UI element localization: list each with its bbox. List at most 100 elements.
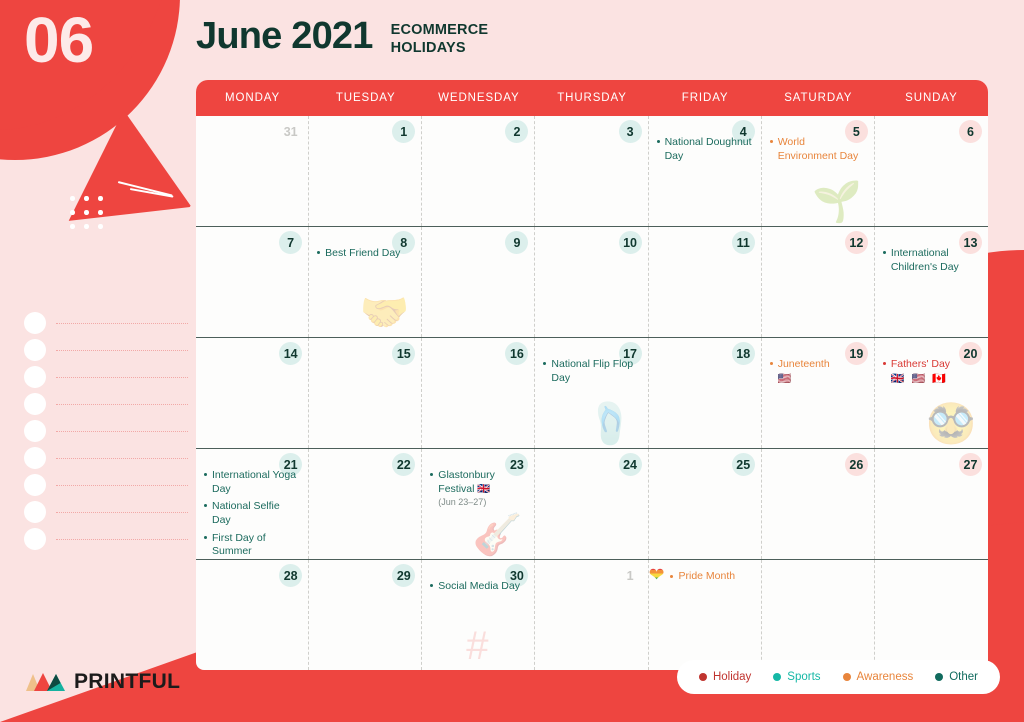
event-item[interactable]: International Children's Day — [882, 247, 980, 274]
notepad-dotted-line — [56, 458, 188, 460]
day-watermark-icon: 🎸 — [472, 513, 523, 557]
weekday-header-friday: FRIDAY — [681, 92, 729, 104]
calendar-day-cell[interactable]: 3 — [535, 116, 649, 226]
calendar-day-cell[interactable]: 30 Social Media Day # — [422, 560, 536, 670]
event-item[interactable]: International Yoga Day — [204, 469, 300, 496]
notepad-dotted-line — [56, 377, 188, 379]
event-label: Best Friend Day — [325, 247, 401, 259]
notepad-hole-row — [24, 366, 189, 388]
calendar-day-cell[interactable]: 5 World Environment Day 🌱 — [762, 116, 875, 226]
day-number: 14 — [279, 342, 303, 365]
event-item[interactable]: First Day of Summer — [204, 532, 300, 559]
calendar-day-cell[interactable]: 13 International Children's Day — [875, 227, 988, 337]
rainbow-heart-icon: ❤ — [648, 565, 665, 586]
notepad-hole-row — [24, 393, 189, 415]
weekday-header-wednesday: WEDNESDAY — [438, 92, 520, 104]
notepad-dotted-line — [56, 539, 188, 541]
day-number: 9 — [505, 231, 529, 254]
brand-name: PRINTFUL — [74, 670, 181, 693]
calendar-day-cell[interactable]: 12 — [762, 227, 875, 337]
notepad-hole — [24, 312, 46, 334]
calendar-day-cell[interactable] — [762, 560, 875, 670]
calendar-day-cell[interactable]: 27 — [875, 449, 988, 559]
legend-item-other[interactable]: Other — [935, 671, 978, 683]
calendar-week-row: 21 International Yoga Day National Selfie … — [196, 449, 988, 560]
day-number: 18 — [731, 342, 755, 365]
calendar-day-cell[interactable]: 14 — [196, 338, 310, 448]
pride-month-banner[interactable]: ❤ Pride Month — [649, 566, 736, 585]
legend-label: Holiday — [712, 671, 752, 683]
weekday-header-sunday: SUNDAY — [905, 92, 958, 104]
day-watermark-icon: # — [466, 624, 489, 668]
calendar-day-cell[interactable]: 1 — [535, 560, 649, 670]
event-label: First Day of Summer — [212, 531, 266, 558]
event-item[interactable]: Social Media Day — [430, 580, 526, 594]
calendar-day-cell[interactable]: 8 Best Friend Day 🤝 — [309, 227, 423, 337]
calendar-day-cell[interactable]: 15 — [309, 338, 423, 448]
calendar-day-cell[interactable]: 29 — [309, 560, 423, 670]
event-item[interactable]: World Environment Day — [769, 136, 866, 163]
calendar-day-cell[interactable]: 1 — [309, 116, 423, 226]
notepad-hole-row — [24, 501, 189, 523]
notepad-hole-row — [24, 474, 189, 496]
calendar-title-block: June 2021 ECOMMERCE HOLIDAYS — [196, 15, 489, 58]
calendar-day-cell[interactable]: 10 — [535, 227, 649, 337]
event-item[interactable]: National Selfie Day — [204, 500, 300, 527]
legend-item-awareness[interactable]: Awareness — [842, 671, 913, 683]
brand-logo: PRINTFUL — [26, 670, 180, 694]
event-item[interactable]: National Flip Flop Day — [543, 358, 639, 385]
calendar-day-cell[interactable]: 19 Juneteenth 🇺🇸 — [762, 338, 875, 448]
calendar-day-cell[interactable]: 22 — [309, 449, 423, 559]
legend-item-sports[interactable]: Sports — [773, 671, 821, 683]
pride-month-label: Pride Month — [670, 570, 735, 582]
day-number: 12 — [844, 231, 868, 254]
event-item[interactable]: National Doughnut Day — [656, 136, 753, 163]
day-events: Juneteenth 🇺🇸 — [769, 358, 866, 387]
calendar-day-cell[interactable]: 16 — [422, 338, 536, 448]
calendar-day-cell[interactable]: 23 Glastonbury Festival 🇬🇧 (Jun 23–27) 🎸 — [422, 449, 536, 559]
event-label: Juneteenth — [777, 358, 830, 370]
event-label: National Selfie Day — [212, 500, 280, 526]
calendar-day-cell[interactable]: 21 International Yoga Day National Selfie … — [196, 449, 310, 559]
calendar-day-cell[interactable]: ❤ Pride Month — [649, 560, 762, 670]
notepad-dotted-line — [56, 323, 188, 325]
event-item[interactable]: Glastonbury Festival 🇬🇧 (Jun 23–27) — [430, 469, 526, 509]
calendar-day-cell[interactable]: 9 — [422, 227, 536, 337]
calendar-day-cell[interactable]: 17 National Flip Flop Day 🩴 — [535, 338, 649, 448]
event-item[interactable]: Fathers' Day 🇬🇧 🇺🇸 🇨🇦 — [882, 358, 980, 387]
calendar-page: 06 June 2021 ECOMMERCE HOLIDAYS MONDAY TU… — [0, 0, 1024, 722]
calendar-day-cell[interactable]: 4 National Doughnut Day — [649, 116, 762, 226]
notepad-hole — [24, 501, 46, 523]
notepad-hole — [24, 447, 46, 469]
calendar-day-cell[interactable] — [875, 560, 988, 670]
calendar-day-cell[interactable]: 2 — [422, 116, 536, 226]
day-number: 28 — [279, 564, 303, 587]
event-item[interactable]: Best Friend Day — [317, 247, 413, 261]
event-item[interactable]: Juneteenth 🇺🇸 — [769, 358, 866, 387]
calendar-week-row: 28 29 30 Social Media Day #1 ❤ Pride Month — [196, 560, 988, 670]
calendar-day-cell[interactable]: 7 — [196, 227, 310, 337]
calendar-day-cell[interactable]: 6 — [875, 116, 988, 226]
notepad-dotted-line — [56, 350, 188, 352]
day-number: 22 — [392, 453, 416, 476]
calendar-day-cell[interactable]: 11 — [649, 227, 762, 337]
page-subtitle: ECOMMERCE HOLIDAYS — [390, 21, 489, 56]
calendar-day-cell[interactable]: 31 — [196, 116, 310, 226]
calendar-day-cell[interactable]: 18 — [649, 338, 762, 448]
day-watermark-icon: 🥸 — [926, 402, 976, 446]
day-events: International Yoga Day National Selfie Da… — [204, 469, 300, 559]
calendar-day-cell[interactable]: 24 — [535, 449, 649, 559]
day-number: 7 — [279, 231, 303, 254]
legend-item-holiday[interactable]: Holiday — [698, 671, 752, 683]
weekday-header-thursday: THURSDAY — [557, 92, 627, 104]
calendar-day-cell[interactable]: 26 — [762, 449, 875, 559]
calendar-day-cell[interactable]: 20 Fathers' Day 🇬🇧 🇺🇸 🇨🇦 🥸 — [875, 338, 988, 448]
day-number: 24 — [618, 453, 642, 476]
calendar-week-row: 31 1 2 3 4 National Doughnut Day 5 World Enviro… — [196, 116, 988, 227]
calendar-day-cell[interactable]: 28 — [196, 560, 310, 670]
calendar-week-row: 14 15 16 17 National Flip Flop Day 🩴 18 19 Junet… — [196, 338, 988, 449]
event-country-flags: 🇺🇸 — [777, 372, 794, 385]
calendar-day-cell[interactable]: 25 — [649, 449, 762, 559]
notepad-hole — [24, 528, 46, 550]
day-events: Fathers' Day 🇬🇧 🇺🇸 🇨🇦 — [882, 358, 980, 387]
